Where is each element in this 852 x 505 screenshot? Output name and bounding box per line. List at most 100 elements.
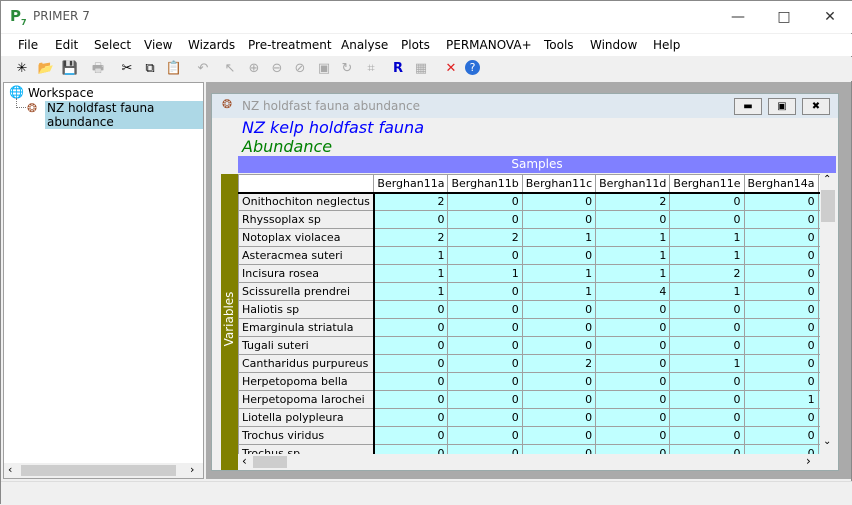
data-cell[interactable]: 0 xyxy=(373,426,449,445)
copy-icon[interactable]: ⧉ xyxy=(141,60,159,78)
help-icon[interactable]: ? xyxy=(465,60,480,75)
new-icon[interactable]: ✳ xyxy=(13,60,31,78)
data-cell[interactable]: 0 xyxy=(743,372,819,391)
data-cell[interactable]: 0 xyxy=(521,318,597,337)
data-cell[interactable]: 0 xyxy=(669,336,745,355)
data-cell[interactable]: 2 xyxy=(373,192,449,211)
crop-icon[interactable]: ⌗ xyxy=(362,60,380,78)
delete-icon[interactable]: ✕ xyxy=(442,60,460,78)
data-cell[interactable]: 1 xyxy=(669,228,745,247)
open-icon[interactable]: 📂 xyxy=(37,60,55,78)
data-cell[interactable]: 0 xyxy=(669,318,745,337)
data-cell[interactable]: 0 xyxy=(521,336,597,355)
data-cell[interactable]: 0 xyxy=(595,444,671,454)
data-cell[interactable]: 0 xyxy=(743,192,819,211)
row-label[interactable]: Cantharidus purpureus xyxy=(238,354,375,373)
grid-horizontal-scrollbar[interactable]: ‹ › xyxy=(238,454,820,470)
data-cell[interactable]: 0 xyxy=(743,282,819,301)
data-cell[interactable]: 1 xyxy=(373,264,449,283)
data-cell[interactable]: 0 xyxy=(743,408,819,427)
data-cell[interactable]: 0 xyxy=(595,210,671,229)
row-label[interactable]: Rhyssoplax sp xyxy=(238,210,375,229)
scroll-down-icon[interactable]: ⌄ xyxy=(823,436,831,447)
menu-permanova-[interactable]: PERMANOVA+ xyxy=(446,38,532,52)
data-cell[interactable]: 0 xyxy=(447,390,523,409)
data-cell[interactable]: 0 xyxy=(595,408,671,427)
data-cell[interactable]: 0 xyxy=(373,444,449,454)
data-cell[interactable]: 0 xyxy=(373,318,449,337)
data-cell[interactable]: 1 xyxy=(447,264,523,283)
paste-icon[interactable]: 📋 xyxy=(165,60,183,78)
data-cell[interactable]: 1 xyxy=(373,246,449,265)
data-cell[interactable]: 0 xyxy=(447,354,523,373)
data-cell[interactable]: 0 xyxy=(521,426,597,445)
data-cell[interactable]: 0 xyxy=(743,336,819,355)
row-label[interactable]: Trochus viridus xyxy=(238,426,375,445)
row-label[interactable]: Herpetopoma larochei xyxy=(238,390,375,409)
column-header[interactable]: Berghan11b xyxy=(447,174,523,194)
data-cell[interactable]: 0 xyxy=(595,318,671,337)
data-cell[interactable]: 1 xyxy=(595,228,671,247)
data-cell[interactable]: 0 xyxy=(669,300,745,319)
data-cell[interactable]: 0 xyxy=(521,444,597,454)
data-cell[interactable]: 0 xyxy=(373,372,449,391)
data-cell[interactable]: 0 xyxy=(447,246,523,265)
grid-vertical-scrollbar[interactable]: ⌃ ⌄ xyxy=(820,174,836,454)
minimize-button[interactable]: — xyxy=(715,1,761,33)
row-label[interactable]: Notoplax violacea xyxy=(238,228,375,247)
data-cell[interactable]: 0 xyxy=(373,210,449,229)
row-label[interactable]: Trochus sp xyxy=(238,444,375,454)
data-cell[interactable]: 0 xyxy=(595,300,671,319)
cut-icon[interactable]: ✂ xyxy=(118,60,136,78)
save-icon[interactable]: 💾 xyxy=(61,60,79,78)
column-header[interactable]: Berghan11c xyxy=(521,174,597,194)
data-cell[interactable]: 2 xyxy=(669,264,745,283)
pointer-icon[interactable]: ↖ xyxy=(221,60,239,78)
undo-icon[interactable]: ↶ xyxy=(194,60,212,78)
row-label[interactable]: Liotella polypleura xyxy=(238,408,375,427)
print-icon[interactable]: 🖶 xyxy=(89,60,107,78)
data-cell[interactable]: 0 xyxy=(447,318,523,337)
data-cell[interactable]: 0 xyxy=(669,390,745,409)
data-cell[interactable]: 0 xyxy=(447,210,523,229)
data-cell[interactable]: 0 xyxy=(743,300,819,319)
menu-select[interactable]: Select xyxy=(94,38,131,52)
data-cell[interactable]: 0 xyxy=(669,426,745,445)
data-cell[interactable]: 0 xyxy=(669,444,745,454)
data-cell[interactable]: 0 xyxy=(521,300,597,319)
data-cell[interactable]: 0 xyxy=(743,228,819,247)
data-cell[interactable]: 0 xyxy=(743,426,819,445)
menu-pre-treatment[interactable]: Pre-treatment xyxy=(248,38,332,52)
data-cell[interactable]: 4 xyxy=(595,282,671,301)
data-cell[interactable]: 0 xyxy=(669,210,745,229)
data-cell[interactable]: 0 xyxy=(447,192,523,211)
data-cell[interactable]: 1 xyxy=(669,282,745,301)
data-cell[interactable]: 1 xyxy=(521,264,597,283)
data-cell[interactable]: 0 xyxy=(373,390,449,409)
scroll-thumb[interactable] xyxy=(21,465,176,476)
data-cell[interactable]: 0 xyxy=(743,354,819,373)
r-stats-icon[interactable]: R xyxy=(389,60,407,78)
data-cell[interactable]: 0 xyxy=(521,210,597,229)
data-cell[interactable]: 1 xyxy=(521,282,597,301)
data-cell[interactable]: 1 xyxy=(743,390,819,409)
data-cell[interactable]: 0 xyxy=(447,300,523,319)
data-cell[interactable]: 2 xyxy=(447,228,523,247)
menu-help[interactable]: Help xyxy=(653,38,680,52)
scroll-right-icon[interactable]: › xyxy=(806,454,811,468)
data-cell[interactable]: 0 xyxy=(447,282,523,301)
zoom-in-icon[interactable]: ⊕ xyxy=(245,60,263,78)
data-cell[interactable]: 0 xyxy=(743,318,819,337)
data-cell[interactable]: 0 xyxy=(373,336,449,355)
data-cell[interactable]: 1 xyxy=(595,264,671,283)
scroll-left-icon[interactable]: ‹ xyxy=(8,463,12,476)
row-label[interactable]: Emarginula striatula xyxy=(238,318,375,337)
tree-item-dataset[interactable]: NZ holdfast fauna abundance xyxy=(45,101,203,129)
data-cell[interactable]: 0 xyxy=(743,264,819,283)
data-cell[interactable]: 1 xyxy=(669,354,745,373)
data-cell[interactable]: 0 xyxy=(521,192,597,211)
close-button[interactable]: ✕ xyxy=(807,1,852,33)
zoom-out-icon[interactable]: ⊖ xyxy=(268,60,286,78)
zoom-reset-icon[interactable]: ⊘ xyxy=(291,60,309,78)
child-close-button[interactable]: ✖ xyxy=(802,98,830,115)
